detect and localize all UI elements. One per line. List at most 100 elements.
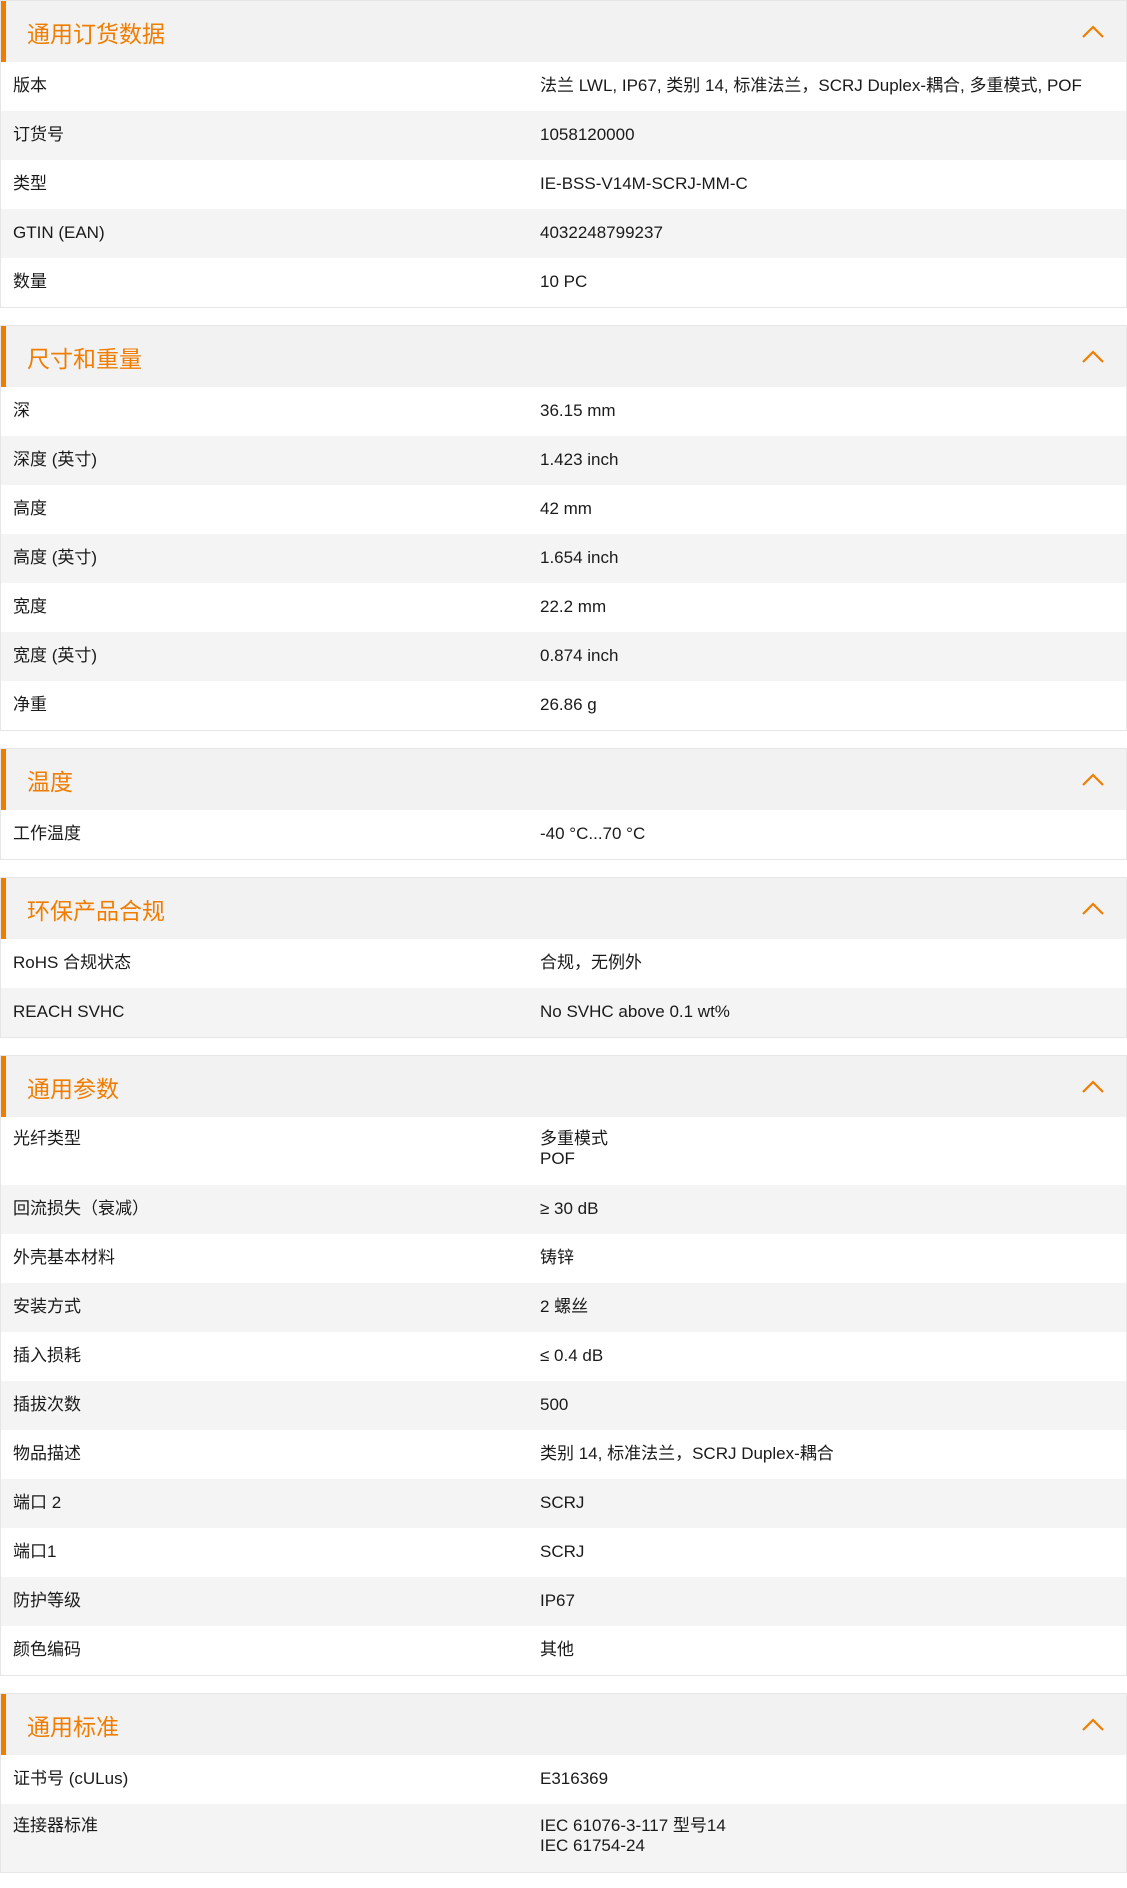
spec-value: SCRJ: [540, 1528, 1126, 1577]
spec-value: 10 PC: [540, 258, 1126, 307]
spec-section: 温度工作温度 -40 °C...70 °C: [0, 748, 1127, 860]
spec-label: 深度 (英寸): [13, 450, 98, 469]
section-title: 通用标准: [27, 1713, 119, 1740]
spec-label: 订货号: [13, 125, 64, 144]
spec-value-line: 多重模式: [540, 1129, 608, 1148]
spec-value-line: IEC 61754-24: [540, 1836, 645, 1855]
spec-value-line: 0.874 inch: [540, 646, 619, 665]
spec-row: 类型 IE-BSS-V14M-SCRJ-MM-C: [1, 160, 1126, 209]
spec-section: 环保产品合规 RoHS 合规状态 合规，无例外 REACH SVHC No SVHC a…: [0, 877, 1127, 1038]
section-header[interactable]: 通用订货数据: [1, 1, 1126, 62]
section-header[interactable]: 尺寸和重量: [1, 326, 1126, 387]
spec-value: 铸锌: [540, 1234, 1126, 1283]
spec-label: GTIN (EAN): [13, 223, 105, 242]
spec-value-line: IP67: [540, 1591, 575, 1610]
spec-value: ≥ 30 dB: [540, 1185, 1126, 1234]
section-header[interactable]: 通用标准: [1, 1694, 1126, 1755]
spec-value-line: -40 °C...70 °C: [540, 824, 646, 843]
spec-label: 安装方式: [13, 1297, 81, 1316]
spec-value: -40 °C...70 °C: [540, 810, 1126, 859]
spec-value: IP67: [540, 1577, 1126, 1626]
spec-value: IE-BSS-V14M-SCRJ-MM-C: [540, 160, 1126, 209]
spec-value: IEC 61076-3-117 型号14 IEC 61754-24: [540, 1804, 1126, 1872]
spec-value-line: 22.2 mm: [540, 597, 607, 616]
spec-value: No SVHC above 0.1 wt%: [540, 988, 1126, 1037]
section-header[interactable]: 环保产品合规: [1, 878, 1126, 939]
spec-section: 尺寸和重量深 36.15 mm 深度 (英寸) 1.423 inch 高度 42 mm 高度…: [0, 325, 1127, 731]
spec-row: 插拔次数 500: [1, 1381, 1126, 1430]
spec-value: 1.654 inch: [540, 534, 1126, 583]
spec-row: 宽度 22.2 mm: [1, 583, 1126, 632]
spec-row: 证书号 (cULus) E316369: [1, 1755, 1126, 1804]
spec-label: 防护等级: [13, 1591, 81, 1610]
spec-row: 插入损耗 ≤ 0.4 dB: [1, 1332, 1126, 1381]
spec-value-line: 4032248799237: [540, 223, 663, 242]
spec-row: 订货号 1058120000: [1, 111, 1126, 160]
spec-sheet: 通用订货数据版本 法兰 LWL, IP67, 类别 14, 标准法兰，SCRJ D…: [0, 0, 1127, 1873]
spec-label: 数量: [13, 272, 47, 291]
spec-value-line: 2 螺丝: [540, 1297, 589, 1316]
spec-value-line: 1.654 inch: [540, 548, 619, 567]
spec-value: 多重模式 POF: [540, 1117, 1126, 1185]
spec-label: 物品描述: [13, 1444, 81, 1463]
spec-section: 通用参数 光纤类型 多重模式 POF 回流损失（衰减） ≥ 30 dB 外壳基本材料 铸锌 安装…: [0, 1055, 1127, 1676]
spec-row: 光纤类型 多重模式 POF: [1, 1117, 1126, 1185]
spec-value: E316369: [540, 1755, 1126, 1804]
spec-row: 物品描述 类别 14, 标准法兰，SCRJ Duplex-耦合: [1, 1430, 1126, 1479]
spec-value-line: SCRJ: [540, 1493, 585, 1512]
chevron-up-icon[interactable]: [1078, 347, 1108, 367]
spec-value-line: 合规，无例外: [540, 953, 642, 972]
chevron-up-icon[interactable]: [1078, 770, 1108, 790]
spec-value: 22.2 mm: [540, 583, 1126, 632]
section-title: 通用订货数据: [27, 20, 165, 47]
spec-label: 版本: [13, 76, 47, 95]
spec-value-line: 法兰 LWL, IP67, 类别 14, 标准法兰，SCRJ Duplex-耦合…: [540, 76, 1082, 95]
section-header[interactable]: 温度: [1, 749, 1126, 810]
chevron-up-icon[interactable]: [1078, 899, 1108, 919]
spec-row: 防护等级 IP67: [1, 1577, 1126, 1626]
spec-value: 1.423 inch: [540, 436, 1126, 485]
spec-value-line: 类别 14, 标准法兰，SCRJ Duplex-耦合: [540, 1444, 834, 1463]
spec-row: REACH SVHC No SVHC above 0.1 wt%: [1, 988, 1126, 1037]
spec-row: 颜色编码 其他: [1, 1626, 1126, 1675]
spec-value: 4032248799237: [540, 209, 1126, 258]
spec-value: 500: [540, 1381, 1126, 1430]
spec-label: 插入损耗: [13, 1346, 81, 1365]
spec-label: 证书号 (cULus): [13, 1769, 129, 1788]
spec-row: 深 36.15 mm: [1, 387, 1126, 436]
spec-value: 26.86 g: [540, 681, 1126, 730]
spec-label: 宽度 (英寸): [13, 646, 98, 665]
spec-row: 净重 26.86 g: [1, 681, 1126, 730]
spec-value-line: 其他: [540, 1640, 574, 1659]
spec-value: ≤ 0.4 dB: [540, 1332, 1126, 1381]
spec-value: 36.15 mm: [540, 387, 1126, 436]
spec-row: 连接器标准 IEC 61076-3-117 型号14 IEC 61754-24: [1, 1804, 1126, 1872]
spec-label: RoHS 合规状态: [13, 953, 132, 972]
spec-label: 高度: [13, 499, 47, 518]
section-header[interactable]: 通用参数: [1, 1056, 1126, 1117]
spec-label: 回流损失（衰减）: [13, 1199, 149, 1218]
spec-value-line: ≤ 0.4 dB: [540, 1346, 604, 1365]
spec-value: SCRJ: [540, 1479, 1126, 1528]
spec-section: 通用标准证书号 (cULus) E316369 连接器标准 IEC 61076-3-1…: [0, 1693, 1127, 1873]
spec-label: 净重: [13, 695, 47, 714]
spec-value-line: 1058120000: [540, 125, 635, 144]
spec-label: 工作温度: [13, 824, 81, 843]
spec-value-line: 42 mm: [540, 499, 592, 518]
spec-value: 类别 14, 标准法兰，SCRJ Duplex-耦合: [540, 1430, 1126, 1479]
spec-value-line: 36.15 mm: [540, 401, 616, 420]
spec-value-line: E316369: [540, 1769, 609, 1788]
chevron-up-icon[interactable]: [1078, 1077, 1108, 1097]
spec-label: REACH SVHC: [13, 1002, 125, 1021]
chevron-up-icon[interactable]: [1078, 22, 1108, 42]
spec-row: 版本 法兰 LWL, IP67, 类别 14, 标准法兰，SCRJ Duplex-…: [1, 62, 1126, 111]
spec-label: 连接器标准: [13, 1816, 98, 1835]
spec-label: 端口1: [13, 1542, 57, 1561]
chevron-up-icon[interactable]: [1078, 1715, 1108, 1735]
section-title: 尺寸和重量: [27, 345, 142, 372]
spec-row: RoHS 合规状态 合规，无例外: [1, 939, 1126, 988]
spec-value-line: 500: [540, 1395, 569, 1414]
spec-label: 插拔次数: [13, 1395, 81, 1414]
section-title: 温度: [27, 768, 73, 795]
spec-row: 工作温度 -40 °C...70 °C: [1, 810, 1126, 859]
